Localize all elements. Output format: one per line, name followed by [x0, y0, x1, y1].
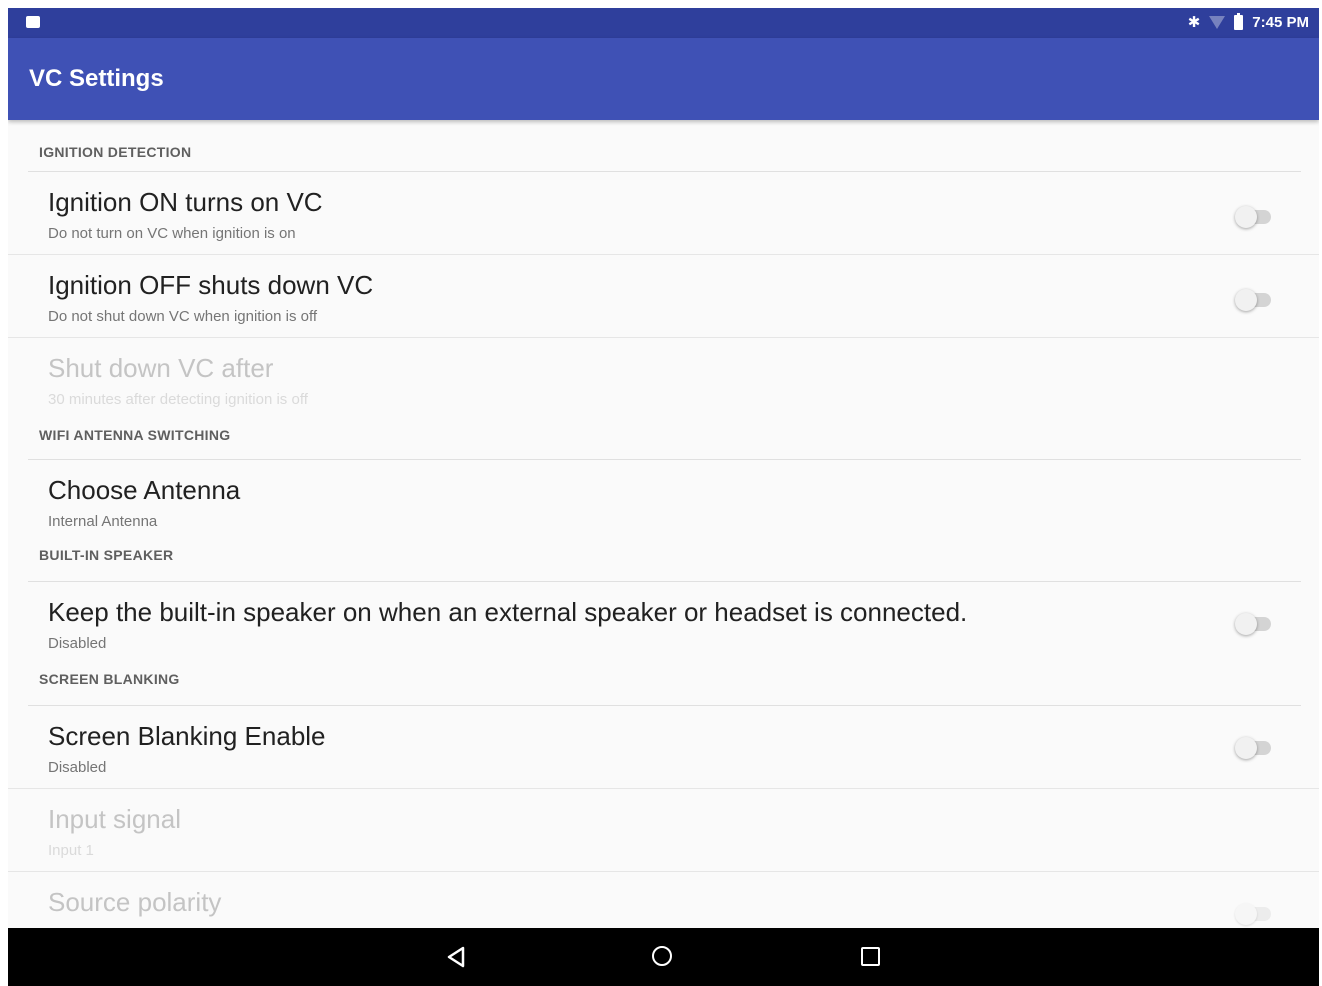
pref-title: Ignition ON turns on VC: [48, 187, 323, 217]
switch-thumb: [1235, 206, 1257, 228]
category-title: WIFI ANTENNA SWITCHING: [39, 427, 231, 443]
wifi-icon: [1209, 15, 1226, 29]
device-screen: ✱ 7:45 PM VC Settings IGNITION DETECTION…: [8, 8, 1319, 986]
pref-shut-down-after: Shut down VC after 30 minutes after dete…: [8, 338, 1319, 410]
pref-summary: Do not shut down VC when ignition is off: [48, 308, 318, 325]
category-title: BUILT-IN SPEAKER: [39, 547, 174, 563]
category-wifi-antenna: WIFI ANTENNA SWITCHING: [8, 410, 1319, 460]
pref-ignition-off[interactable]: Ignition OFF shuts down VC Do not shut d…: [8, 255, 1319, 338]
pref-summary: Input 1: [48, 842, 94, 859]
home-icon[interactable]: [652, 946, 672, 966]
pref-source-polarity: Source polarity: [8, 872, 1319, 928]
app-bar: VC Settings: [8, 38, 1319, 120]
navigation-bar: [8, 928, 1319, 986]
bluetooth-icon: ✱: [1187, 14, 1201, 31]
pref-title: Screen Blanking Enable: [48, 721, 326, 751]
notification-icon: [26, 16, 40, 28]
pref-title: Choose Antenna: [48, 475, 241, 505]
pref-summary: Internal Antenna: [48, 513, 158, 530]
switch-thumb: [1235, 613, 1257, 635]
pref-summary: Disabled: [48, 759, 107, 776]
status-icons: ✱ 7:45 PM: [1187, 12, 1309, 31]
pref-title: Ignition OFF shuts down VC: [48, 270, 374, 300]
status-bar: ✱ 7:45 PM: [8, 8, 1319, 38]
pref-title: Shut down VC after: [48, 353, 274, 383]
category-title: IGNITION DETECTION: [39, 144, 192, 160]
keep-speaker-on-switch[interactable]: [1235, 613, 1273, 635]
switch-thumb: [1235, 903, 1257, 925]
screen-blanking-switch[interactable]: [1235, 737, 1273, 759]
pref-input-signal: Input signal Input 1: [8, 789, 1319, 872]
switch-thumb: [1235, 289, 1257, 311]
pref-screen-blanking-enable[interactable]: Screen Blanking Enable Disabled: [8, 706, 1319, 789]
pref-keep-speaker-on[interactable]: Keep the built-in speaker on when an ext…: [8, 582, 1319, 654]
pref-summary: 30 minutes after detecting ignition is o…: [48, 391, 308, 408]
ignition-on-switch[interactable]: [1235, 206, 1273, 228]
pref-title: Input signal: [48, 804, 181, 834]
category-title: SCREEN BLANKING: [39, 671, 180, 687]
pref-ignition-on[interactable]: Ignition ON turns on VC Do not turn on V…: [8, 172, 1319, 255]
back-icon[interactable]: [446, 946, 466, 973]
battery-icon: [1234, 12, 1244, 30]
pref-choose-antenna[interactable]: Choose Antenna Internal Antenna: [8, 460, 1319, 532]
category-built-in-speaker: BUILT-IN SPEAKER: [8, 532, 1319, 582]
settings-list[interactable]: IGNITION DETECTION Ignition ON turns on …: [8, 120, 1319, 928]
pref-title: Keep the built-in speaker on when an ext…: [48, 597, 968, 627]
status-time: 7:45 PM: [1252, 13, 1309, 31]
ignition-off-switch[interactable]: [1235, 289, 1273, 311]
pref-summary: Disabled: [48, 635, 107, 652]
switch-thumb: [1235, 737, 1257, 759]
pref-summary: Do not turn on VC when ignition is on: [48, 225, 296, 242]
recents-icon[interactable]: [861, 947, 880, 966]
category-ignition-detection: IGNITION DETECTION: [8, 120, 1319, 172]
pref-title: Source polarity: [48, 887, 222, 917]
page-title: VC Settings: [29, 65, 164, 92]
category-screen-blanking: SCREEN BLANKING: [8, 654, 1319, 706]
source-polarity-switch: [1235, 903, 1273, 925]
